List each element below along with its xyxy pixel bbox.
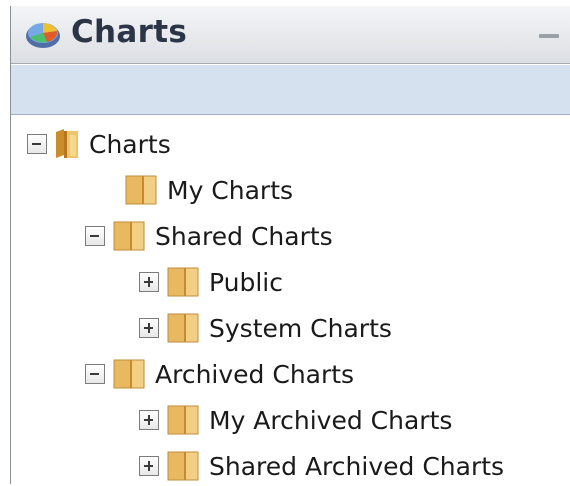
- folder-icon: [167, 313, 199, 343]
- folder-icon: [167, 267, 199, 297]
- tree-item-my-charts[interactable]: My Charts: [125, 170, 293, 210]
- folder-icon: [167, 451, 199, 481]
- expand-plus-icon[interactable]: [139, 272, 159, 292]
- folder-icon: [113, 221, 145, 251]
- charts-app-icon: [26, 23, 60, 48]
- tree-item-charts[interactable]: Charts: [27, 124, 171, 164]
- charts-panel: Charts Charts My Charts Shared Charts Pu…: [10, 6, 570, 484]
- tree-item-label: Public: [209, 267, 283, 297]
- panel-title: Charts: [71, 14, 188, 50]
- tree-item-shared-charts[interactable]: Shared Charts: [85, 216, 333, 256]
- tree-item-label: My Charts: [167, 175, 294, 205]
- panel-titlebar: Charts: [11, 6, 570, 64]
- expand-plus-icon[interactable]: [139, 318, 159, 338]
- tree-item-shared-archived-charts[interactable]: Shared Archived Charts: [139, 446, 504, 486]
- folder-icon: [113, 359, 145, 389]
- folder-icon: [56, 129, 78, 158]
- folder-icon: [125, 175, 157, 205]
- collapse-minus-icon[interactable]: [27, 134, 47, 154]
- folder-icon: [167, 405, 199, 435]
- collapse-minus-icon[interactable]: [85, 364, 105, 384]
- tree-item-public[interactable]: Public: [139, 262, 283, 302]
- tree-item-label: My Archived Charts: [209, 405, 453, 435]
- tree-item-label: System Charts: [209, 313, 392, 343]
- minimize-button[interactable]: [539, 34, 559, 38]
- tree-item-label: Shared Charts: [155, 221, 333, 251]
- tree-item-label: Archived Charts: [155, 359, 355, 389]
- tree-item-system-charts[interactable]: System Charts: [139, 308, 392, 348]
- collapse-minus-icon[interactable]: [85, 226, 105, 246]
- expand-plus-icon[interactable]: [139, 456, 159, 476]
- tree-item-label: Charts: [89, 129, 171, 159]
- tree-item-my-archived-charts[interactable]: My Archived Charts: [139, 400, 452, 440]
- tree-item-label: Shared Archived Charts: [209, 451, 505, 481]
- panel-toolbar: [11, 65, 570, 115]
- tree-item-archived-charts[interactable]: Archived Charts: [85, 354, 354, 394]
- expand-plus-icon[interactable]: [139, 410, 159, 430]
